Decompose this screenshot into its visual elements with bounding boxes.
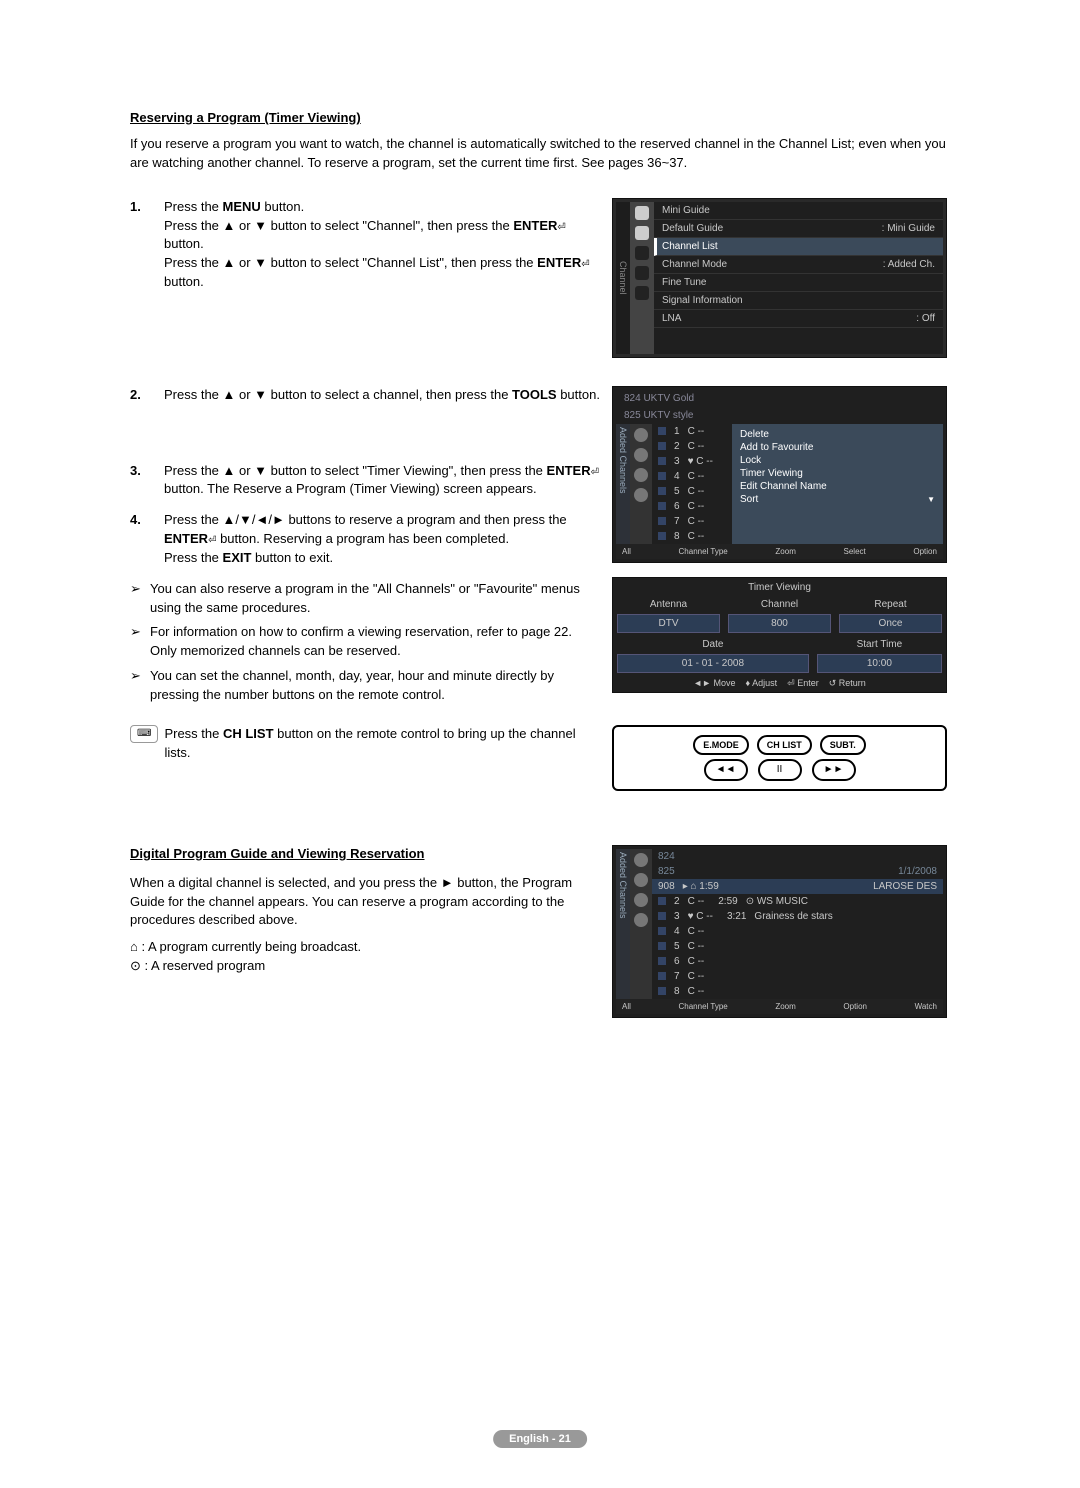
section2-title: Digital Program Guide and Viewing Reserv…	[130, 845, 600, 864]
legend-reserved: ⊙ : A reserved program	[130, 957, 600, 976]
remote-control: E.MODE CH LIST SUBT. ◄◄ II ►►	[612, 725, 947, 791]
note-2: ➢For information on how to confirm a vie…	[130, 623, 600, 661]
tv-timer-viewing: Timer Viewing AntennaDTV Channel800 Repe…	[612, 577, 947, 693]
section-title: Reserving a Program (Timer Viewing)	[130, 110, 950, 125]
rewind-button[interactable]: ◄◄	[704, 759, 748, 781]
note-3: ➢You can set the channel, month, day, ye…	[130, 667, 600, 705]
chlist-button[interactable]: CH LIST	[757, 735, 812, 755]
tv-channel-list-tools: 824 UKTV Gold 825 UKTV style Added Chann…	[612, 386, 947, 563]
step-number-4: 4.	[130, 511, 150, 568]
step-number-1: 1.	[130, 198, 150, 292]
tv-program-guide: Added Channels 824 8251/1/2008 908▸ ⌂ 1:…	[612, 845, 947, 1018]
emode-button[interactable]: E.MODE	[693, 735, 749, 755]
subt-button[interactable]: SUBT.	[820, 735, 866, 755]
step-number-3: 3.	[130, 462, 150, 500]
chlist-note: ⌨ Press the CH LIST button on the remote…	[130, 725, 600, 763]
page-footer: English - 21	[493, 1430, 587, 1448]
step-3-text: Press the ▲ or ▼ button to select "Timer…	[164, 462, 600, 500]
note-1: ➢You can also reserve a program in the "…	[130, 580, 600, 618]
step-number-2: 2.	[130, 386, 150, 405]
step-1-text: Press the MENU button. Press the ▲ or ▼ …	[164, 198, 600, 292]
step-2-text: Press the ▲ or ▼ button to select a chan…	[164, 386, 600, 405]
tv-menu-channel: Channel Mini Guide Default Guide: Mini G…	[612, 198, 947, 358]
legend-broadcast: ⌂ : A program currently being broadcast.	[130, 938, 600, 957]
section2-intro: When a digital channel is selected, and …	[130, 874, 600, 931]
pause-button[interactable]: II	[758, 759, 802, 781]
selected-channel-list: Channel List	[654, 238, 943, 256]
step-4-text: Press the ▲/▼/◄/► buttons to reserve a p…	[164, 511, 600, 568]
forward-button[interactable]: ►►	[812, 759, 856, 781]
intro-text: If you reserve a program you want to wat…	[130, 135, 950, 173]
tools-popup: Delete Add to Favourite Lock Timer Viewi…	[732, 424, 943, 544]
